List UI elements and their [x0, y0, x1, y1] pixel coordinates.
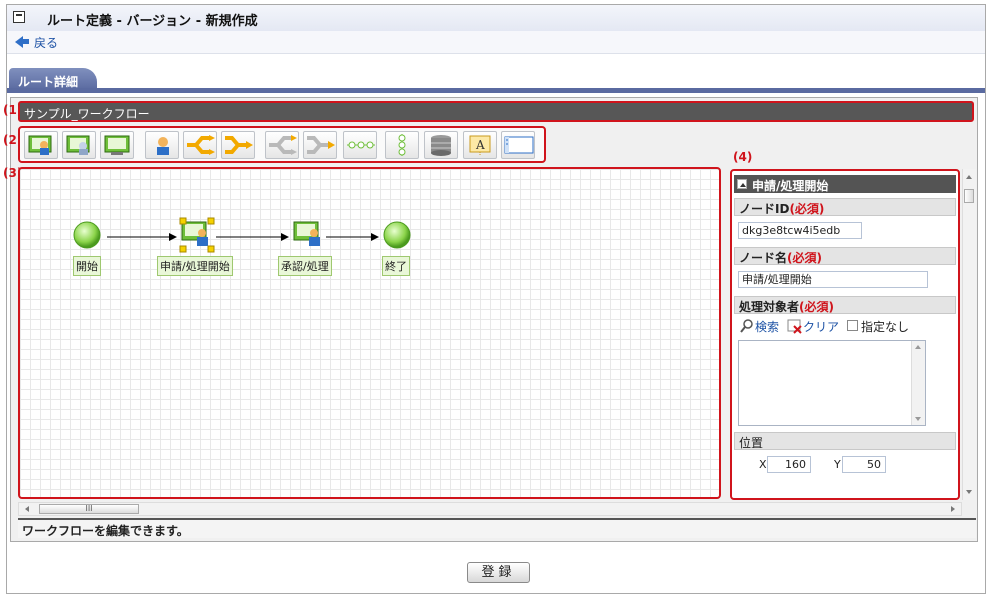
user-node-button[interactable]: [24, 131, 58, 159]
y-field[interactable]: 50: [842, 456, 886, 473]
target-section: 処理対象者(必須): [734, 296, 956, 314]
node-name-field[interactable]: 申請/処理開始: [738, 271, 928, 288]
target-label: 処理対象者: [739, 300, 800, 314]
branch-alt-button[interactable]: [265, 131, 299, 159]
join-button[interactable]: [221, 131, 255, 159]
search-icon[interactable]: [740, 319, 754, 333]
vscroll-up-icon[interactable]: [966, 175, 972, 179]
tab-underline: [7, 88, 985, 93]
node-name-section: ノード名(必須): [734, 247, 956, 265]
node-id-field[interactable]: dkg3e8tcw4i5edb: [738, 222, 862, 239]
scroll-up-icon[interactable]: [915, 345, 921, 349]
node-id-section: ノードID(必須): [734, 198, 956, 216]
node-label-end[interactable]: 終了: [382, 256, 410, 276]
scroll-down-icon[interactable]: [915, 417, 921, 421]
register-button[interactable]: 登録: [467, 562, 530, 583]
node-toolbar: A: [18, 126, 546, 163]
join-icon: [225, 136, 253, 154]
node-label-start[interactable]: 開始: [73, 256, 101, 276]
callout-4: (4): [733, 150, 753, 164]
branch-icon: [187, 135, 215, 155]
node-name-required: (必須): [787, 251, 822, 265]
collapse-icon[interactable]: [737, 179, 747, 189]
back-arrow-tail: [22, 39, 29, 44]
position-label: 位置: [739, 436, 764, 450]
vertical-scrollbar[interactable]: [962, 169, 976, 500]
person-button[interactable]: [145, 131, 179, 159]
text-annotation-button[interactable]: A: [463, 131, 497, 159]
flow-canvas[interactable]: 開始 申請/処理開始 承認/処理 終了: [18, 167, 721, 499]
x-label: X: [759, 458, 767, 471]
no-target-checkbox[interactable]: [847, 320, 858, 331]
person-icon: [157, 137, 169, 155]
back-link[interactable]: 戻る: [34, 34, 58, 51]
flow-diagram: [73, 217, 411, 253]
database-icon: [431, 135, 451, 156]
node-label-apply[interactable]: 申請/処理開始: [157, 256, 233, 276]
dotted-line-icon: [347, 141, 375, 149]
y-label: Y: [834, 458, 841, 471]
node-label-approve[interactable]: 承認/処理: [278, 256, 332, 276]
join-alt-icon: [307, 136, 335, 154]
tab-route-detail[interactable]: ルート詳細: [9, 68, 97, 90]
target-required: (必須): [799, 300, 834, 314]
page-title: ルート定義 - バージョン - 新規作成: [47, 14, 258, 29]
vscroll-down-icon[interactable]: [966, 490, 972, 494]
text-annotation-icon: A: [469, 135, 491, 156]
property-header[interactable]: 申請/処理開始: [734, 175, 956, 193]
dotted-line-button[interactable]: [343, 131, 377, 159]
node-id-required: (必須): [789, 202, 825, 216]
hscroll-right-icon[interactable]: [951, 506, 955, 512]
start-node-icon[interactable]: [73, 221, 101, 249]
node-name-label: ノード名: [739, 251, 788, 265]
title-bar: ルート定義 - バージョン - 新規作成: [7, 5, 985, 32]
branch-button[interactable]: [183, 131, 217, 159]
hscroll-thumb[interactable]: III: [39, 504, 139, 514]
status-text: ワークフローを編集できます。: [22, 524, 189, 538]
node-id-label: ノードID: [739, 202, 790, 216]
clear-icon[interactable]: [787, 318, 803, 334]
end-node-icon[interactable]: [383, 221, 411, 249]
apply-node-icon[interactable]: [179, 217, 215, 253]
target-list-scrollbar[interactable]: [911, 341, 925, 425]
system-node-icon: [104, 135, 130, 155]
svg-text:A: A: [475, 138, 485, 152]
flow-name: サンプル_ワークフロー: [24, 107, 150, 121]
database-button[interactable]: [424, 131, 458, 159]
user-node-alt-icon: [66, 135, 90, 155]
hscroll-left-icon[interactable]: [25, 506, 29, 512]
property-panel: 申請/処理開始 ノードID(必須) dkg3e8tcw4i5edb ノード名(必…: [730, 169, 960, 500]
user-node-icon: [28, 135, 52, 155]
vscroll-thumb[interactable]: [964, 189, 974, 203]
vertical-flow-button[interactable]: [385, 131, 419, 159]
position-section: 位置: [734, 432, 956, 450]
search-link[interactable]: 検索: [755, 318, 779, 335]
window-icon: [13, 11, 25, 23]
frame-button[interactable]: [501, 131, 535, 159]
approve-node-icon[interactable]: [293, 221, 320, 246]
join-alt-button[interactable]: [303, 131, 337, 159]
frame-icon: [504, 136, 534, 154]
user-node-alt-button[interactable]: [62, 131, 96, 159]
clear-link[interactable]: クリア: [803, 318, 839, 335]
back-row: 戻る: [7, 31, 985, 54]
branch-alt-icon: [269, 135, 297, 155]
status-bar: ワークフローを編集できます。: [18, 518, 976, 538]
target-actions: 検索 クリア 指定なし: [740, 318, 956, 334]
system-node-button[interactable]: [100, 131, 134, 159]
vertical-flow-icon: [398, 134, 406, 156]
x-field[interactable]: 160: [767, 456, 811, 473]
horizontal-scrollbar[interactable]: III: [18, 502, 962, 516]
flow-name-bar: サンプル_ワークフロー: [18, 101, 974, 122]
property-title: 申請/処理開始: [752, 179, 829, 193]
no-target-label: 指定なし: [861, 320, 910, 334]
target-list[interactable]: [738, 340, 926, 426]
